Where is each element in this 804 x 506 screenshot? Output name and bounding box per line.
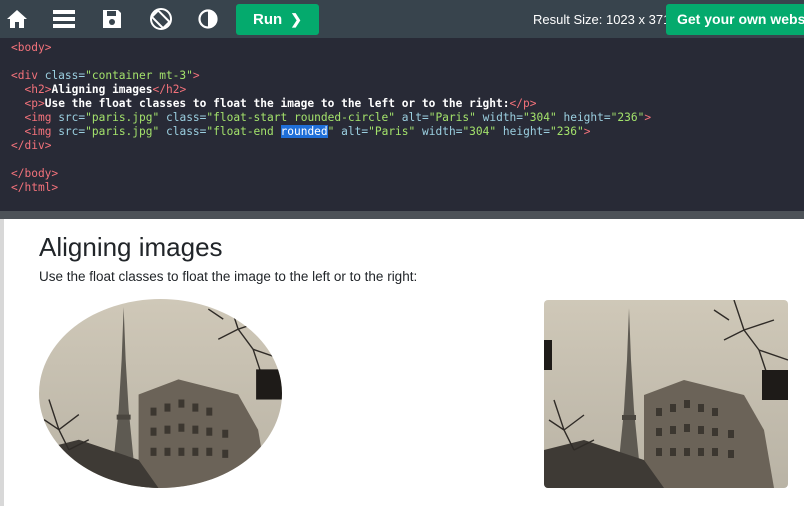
code-editor[interactable]: <body> <div class="container mt-3"> <h2>… [0,38,804,211]
result-paragraph: Use the float classes to float the image… [39,269,418,284]
save-icon[interactable] [92,0,132,38]
code-text[interactable]: <body> <div class="container mt-3"> <h2>… [0,38,804,195]
get-website-button[interactable]: Get your own website [666,4,804,35]
contrast-icon[interactable] [188,0,228,38]
top-toolbar: Run ❯ Result Size: 1023 x 371 Get your o… [0,0,804,38]
paris-image-rounded-circle [39,299,282,488]
result-heading: Aligning images [39,232,223,262]
home-icon[interactable] [0,0,37,38]
result-size-label: Result Size: 1023 x 371 [533,12,671,27]
chevron-right-icon: ❯ [290,11,302,27]
pane-divider[interactable] [0,211,804,219]
run-label: Run [253,11,283,28]
rotate-icon[interactable] [141,0,181,38]
paris-image-rounded [544,300,788,488]
result-pane: Aligning images Use the float classes to… [4,219,804,506]
menu-icon[interactable] [44,0,84,38]
run-button[interactable]: Run ❯ [236,4,319,35]
